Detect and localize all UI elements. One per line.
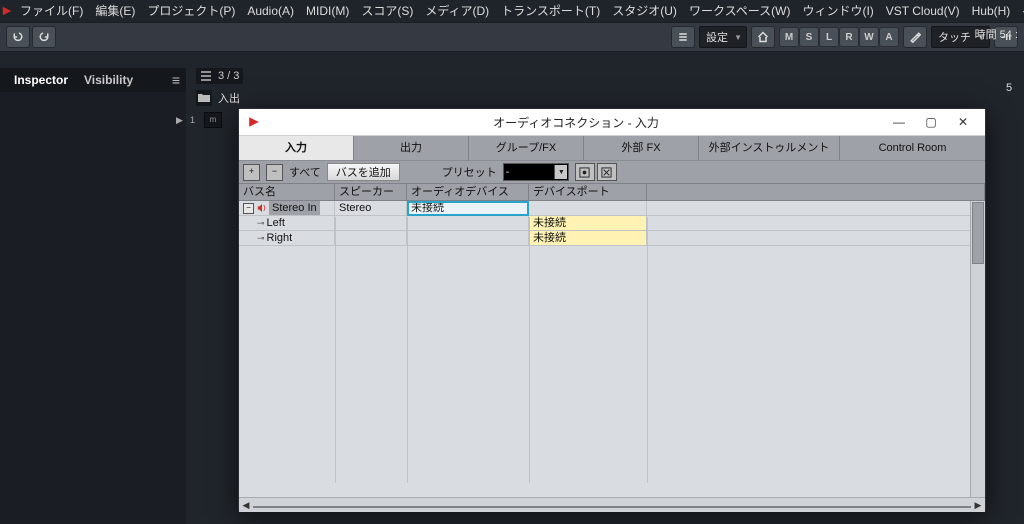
speaker-icon xyxy=(256,203,267,214)
all-label: すべて xyxy=(289,164,321,180)
dialog-titlebar[interactable]: オーディオコネクション - 入力 — ▢ ✕ xyxy=(239,109,985,136)
tab-input[interactable]: 入力 xyxy=(239,136,354,160)
dialog-app-icon xyxy=(245,113,263,131)
tab-control-room[interactable]: Control Room xyxy=(840,136,985,160)
bus-port[interactable]: 未接続 xyxy=(529,231,647,246)
col-speaker[interactable]: スピーカー xyxy=(335,184,407,200)
menu-audio[interactable]: Audio(A) xyxy=(241,0,300,22)
list-icon xyxy=(200,70,212,82)
track-count: 3 / 3 xyxy=(218,70,239,82)
audio-connections-dialog: オーディオコネクション - 入力 — ▢ ✕ 入力 出力 グループ/FX 外部 … xyxy=(238,108,986,510)
automation-l[interactable]: L xyxy=(819,27,839,47)
bus-name: Stereo In xyxy=(269,201,320,215)
menu-midi[interactable]: MIDI(M) xyxy=(300,0,355,22)
scroll-right-icon[interactable]: ▶ xyxy=(971,499,985,511)
ruler-marker-5: 5 xyxy=(1006,82,1012,94)
menu-help[interactable]: ヘルプ(L) xyxy=(1016,0,1024,22)
inspector-panel: Inspector Visibility ≡ xyxy=(0,68,186,524)
list-icon[interactable] xyxy=(671,26,695,48)
bus-name: Left xyxy=(267,216,285,230)
scroll-left-icon[interactable]: ◀ xyxy=(239,499,253,511)
menu-transport[interactable]: トランスポート(T) xyxy=(495,0,606,22)
channel-icon: ⊸ xyxy=(257,231,265,245)
menu-window[interactable]: ウィンドウ(I) xyxy=(796,0,879,22)
redo-button[interactable] xyxy=(32,26,56,48)
menu-studio[interactable]: スタジオ(U) xyxy=(606,0,683,22)
menubar: ファイル(F) 編集(E) プロジェクト(P) Audio(A) MIDI(M)… xyxy=(0,0,1024,22)
expand-all-button[interactable]: + xyxy=(243,164,260,181)
preset-label: プリセット xyxy=(442,164,497,180)
tab-group-fx[interactable]: グループ/FX xyxy=(469,136,584,160)
menu-hub[interactable]: Hub(H) xyxy=(966,0,1017,22)
preset-delete-button[interactable] xyxy=(597,163,617,181)
workspace: 時間 54 : Inspector Visibility ≡ 3 / 3 入出 … xyxy=(0,52,1024,524)
menu-edit[interactable]: 編集(E) xyxy=(89,0,141,22)
col-rest xyxy=(647,184,985,200)
close-button[interactable]: ✕ xyxy=(947,111,979,133)
table-row[interactable]: − Stereo In Stereo 未接続 xyxy=(239,201,985,216)
menu-vstcloud[interactable]: VST Cloud(V) xyxy=(880,0,966,22)
automation-w[interactable]: W xyxy=(859,27,879,47)
track-mute-button[interactable]: m xyxy=(204,112,222,128)
bus-name: Right xyxy=(267,231,293,245)
automation-m[interactable]: M xyxy=(779,27,799,47)
collapse-all-button[interactable]: − xyxy=(266,164,283,181)
preset-select[interactable]: - xyxy=(503,163,569,181)
horizontal-scrollbar[interactable]: ◀ ▶ xyxy=(239,497,985,512)
tab-external-fx[interactable]: 外部 FX xyxy=(584,136,699,160)
panel-menu-icon[interactable]: ≡ xyxy=(172,72,180,88)
automation-r[interactable]: R xyxy=(839,27,859,47)
toolbar: 設定 M S L R W A タッチ xyxy=(0,22,1024,52)
tab-inspector[interactable]: Inspector xyxy=(6,70,76,90)
menu-score[interactable]: スコア(S) xyxy=(355,0,419,22)
folder-icon[interactable] xyxy=(196,90,212,106)
home-icon[interactable] xyxy=(751,26,775,48)
minimize-button[interactable]: — xyxy=(883,111,915,133)
table-row[interactable]: ⊸ Left 未接続 xyxy=(239,216,985,231)
bus-grid: バス名 スピーカー オーディオデバイス デバイスポート xyxy=(239,184,985,512)
edit-icon[interactable] xyxy=(903,26,927,48)
menu-file[interactable]: ファイル(F) xyxy=(14,0,89,22)
maximize-button[interactable]: ▢ xyxy=(915,111,947,133)
bus-speaker: Stereo xyxy=(335,201,407,216)
automation-s[interactable]: S xyxy=(799,27,819,47)
dialog-tabs: 入力 出力 グループ/FX 外部 FX 外部インストゥルメント Control … xyxy=(239,136,985,160)
vertical-scrollbar[interactable] xyxy=(970,201,985,497)
add-bus-button[interactable]: バスを追加 xyxy=(327,163,400,181)
menu-workspace[interactable]: ワークスペース(W) xyxy=(683,0,797,22)
tab-output[interactable]: 出力 xyxy=(354,136,469,160)
app-icon xyxy=(0,0,14,22)
track-name-fragment: 入出 xyxy=(218,90,240,106)
table-row[interactable]: ⊸ Right 未接続 xyxy=(239,231,985,246)
bus-port[interactable] xyxy=(529,201,647,216)
tab-visibility[interactable]: Visibility xyxy=(76,70,141,90)
undo-button[interactable] xyxy=(6,26,30,48)
track-count-chip[interactable]: 3 / 3 xyxy=(196,68,243,84)
channel-icon: ⊸ xyxy=(257,216,265,230)
track-index: 1 xyxy=(190,115,200,125)
col-device[interactable]: オーディオデバイス xyxy=(407,184,529,200)
settings-select[interactable]: 設定 xyxy=(699,26,747,48)
bus-device[interactable]: 未接続 xyxy=(407,201,529,216)
menu-media[interactable]: メディア(D) xyxy=(419,0,495,22)
track-expand-icon[interactable]: ▶ xyxy=(176,115,186,126)
time-display: 時間 54 : xyxy=(975,26,1018,42)
col-bus-name[interactable]: バス名 xyxy=(239,184,335,200)
menu-project[interactable]: プロジェクト(P) xyxy=(141,0,241,22)
col-port[interactable]: デバイスポート xyxy=(529,184,647,200)
tree-toggle-icon[interactable]: − xyxy=(243,203,254,214)
settings-select-label: 設定 xyxy=(706,29,728,45)
preset-save-button[interactable] xyxy=(575,163,595,181)
dialog-title: オーディオコネクション - 入力 xyxy=(269,114,883,131)
dialog-toolbar: + − すべて バスを追加 プリセット - xyxy=(239,160,985,184)
bus-port[interactable]: 未接続 xyxy=(529,216,647,231)
tab-external-inst[interactable]: 外部インストゥルメント xyxy=(699,136,840,160)
touch-select-label: タッチ xyxy=(938,29,971,45)
automation-a[interactable]: A xyxy=(879,27,899,47)
